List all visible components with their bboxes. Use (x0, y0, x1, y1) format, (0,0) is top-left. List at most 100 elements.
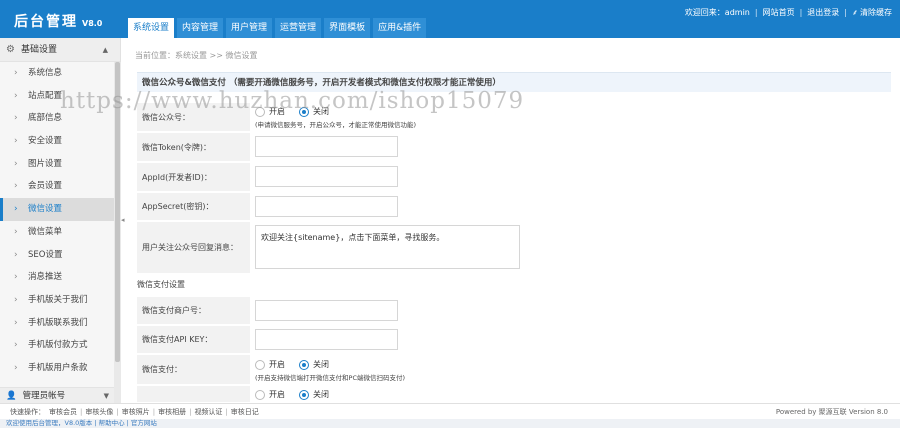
field-hint: (申请微信服务号，开启公众号，才能正常使用微信功能) (255, 121, 417, 129)
breadcrumb: 当前位置：系统设置 >> 微信设置 (135, 51, 258, 60)
chevron-right-icon: › (14, 113, 18, 124)
sidebar-item-label: 安全设置 (28, 136, 63, 147)
api-key-input[interactable] (255, 329, 398, 350)
top-right-links: 欢迎回来：admin | 网站首页 | 退出登录 | ⸙ 清除缓存 (685, 7, 892, 18)
sidebar-item-mobile-contact[interactable]: › 手机版联系我们 (0, 312, 120, 335)
clear-cache-label: 清除缓存 (860, 8, 892, 17)
divider: | (799, 8, 803, 17)
mch-id-input[interactable] (255, 300, 398, 321)
footer-link-review-avatars[interactable]: 审核头像 (85, 407, 113, 417)
radio-label: 开启 (269, 390, 285, 399)
app-logo: 后台管理 V8.0 (14, 11, 102, 31)
chevron-right-icon: › (14, 90, 18, 101)
tab-system-settings[interactable]: 系统设置 (128, 18, 175, 38)
caret-down-icon: ▼ (103, 391, 109, 400)
tab-apps-plugins[interactable]: 应用&插件 (373, 18, 427, 38)
form-row-reply-message: 用户关注公众号回复消息： 欢迎关注{sitename}，点击下面菜单，寻找服务。 (137, 222, 891, 274)
sidebar-item-wechat-menu[interactable]: › 微信菜单 (0, 221, 120, 244)
footer-link-video-verify[interactable]: 视频认证 (194, 407, 222, 417)
tab-content-management[interactable]: 内容管理 (177, 18, 224, 38)
sidebar-group-title: 基础设置 (20, 44, 57, 55)
top-bar: 后台管理 V8.0 系统设置 内容管理 用户管理 运营管理 界面模板 应用&插件 … (0, 0, 900, 38)
sidebar-item-label: 微信设置 (28, 204, 63, 215)
radio-circle-selected (299, 389, 309, 400)
chevron-right-icon: › (14, 362, 18, 373)
welcome-text: 欢迎回来：admin (684, 8, 750, 17)
field-hint: (开启支持微信端打开微信支付和PC端微信扫码支付) (255, 374, 406, 382)
quick-ops-label: 快速操作： (10, 407, 45, 416)
version-label: V8.0 (82, 19, 103, 28)
site-home-link[interactable]: 网站首页 (763, 7, 795, 18)
gear-icon: ⚙ (6, 43, 15, 55)
field-label: 微信支付： (137, 355, 250, 384)
radio-label: 关闭 (313, 390, 329, 399)
sidebar-item-mobile-about[interactable]: › 手机版关于我们 (0, 289, 120, 312)
divider: | (844, 8, 847, 17)
sidebar-item-image-settings[interactable]: › 图片设置 (0, 153, 120, 176)
partial-radios: 开启 关闭 (255, 389, 343, 400)
sidebar-group-basic-settings[interactable]: ⚙ 基础设置 ▲ (0, 38, 120, 62)
tab-user-management[interactable]: 用户管理 (226, 18, 273, 38)
radio-label: 关闭 (313, 360, 329, 369)
divider: | (225, 407, 228, 416)
chevron-right-icon: › (14, 317, 18, 328)
radio-circle (255, 389, 265, 400)
appsecret-input[interactable] (255, 196, 398, 217)
clear-cache-link[interactable]: ⸙ 清除缓存 (852, 7, 892, 18)
partial-radio-field: 开启 关闭 (255, 389, 343, 400)
tab-templates[interactable]: 界面模板 (324, 18, 371, 38)
radio-on[interactable]: 开启 (255, 389, 285, 400)
field-label: 微信支付商户号： (137, 297, 250, 324)
radio-off[interactable]: 关闭 (299, 389, 329, 400)
sidebar-item-label: 手机版关于我们 (28, 294, 88, 305)
sidebar-item-mobile-payment[interactable]: › 手机版付款方式 (0, 334, 120, 357)
sidebar-group-admin-account[interactable]: 👤 管理员帐号 ▼ (0, 387, 120, 403)
sidebar-item-security[interactable]: › 安全设置 (0, 130, 120, 153)
field-label (137, 386, 250, 402)
chevron-right-icon: › (14, 226, 18, 237)
radio-on[interactable]: 开启 (255, 359, 285, 370)
radio-circle-selected (299, 359, 309, 370)
sidebar-item-label: SEO设置 (28, 249, 63, 260)
radio-circle (255, 359, 265, 370)
form-row-partial: 开启 关闭 (137, 386, 891, 403)
footer-link-review-photos[interactable]: 审核照片 (122, 407, 150, 417)
form-row-wechat-pay: 微信支付： 开启 关闭 (开启支持微信端打开微信支付和PC端微信扫码支付) (137, 355, 891, 385)
tab-operations[interactable]: 运营管理 (275, 18, 322, 38)
form-row-appsecret: AppSecret(密钥)： (137, 193, 891, 221)
footer-link-review-members[interactable]: 审核会员 (49, 407, 77, 417)
wechat-pay-field: 开启 关闭 (开启支持微信端打开微信支付和PC端微信扫码支付) (255, 359, 405, 382)
radio-off[interactable]: 关闭 (299, 359, 329, 370)
chevron-right-icon: › (14, 249, 18, 260)
sidebar-item-label: 手机版用户条款 (28, 362, 88, 373)
chevron-right-icon: › (14, 272, 18, 283)
sidebar-item-seo[interactable]: › SEO设置 (0, 244, 120, 267)
form-row-token: 微信Token(令牌)： (137, 133, 891, 162)
sidebar-item-member-settings[interactable]: › 会员设置 (0, 175, 120, 198)
chevron-right-icon: › (14, 204, 18, 215)
sidebar-item-wechat-settings[interactable]: › 微信设置 (0, 198, 120, 221)
chevron-right-icon: › (14, 136, 18, 147)
footer-link-review-diaries[interactable]: 审核日记 (231, 407, 259, 417)
sidebar-group-title: 管理员帐号 (22, 390, 66, 401)
chevron-right-icon: › (14, 181, 18, 192)
sidebar-item-label: 系统信息 (28, 68, 63, 78)
logo-text: 后台管理 (14, 14, 78, 30)
sidebar-item-mobile-terms[interactable]: › 手机版用户条款 (0, 357, 120, 380)
divider: | (754, 8, 758, 17)
footer-link-review-albums[interactable]: 审核相册 (158, 407, 186, 417)
sidebar-item-label: 图片设置 (28, 158, 63, 169)
sidebar-item-label: 微信菜单 (28, 226, 63, 237)
field-label: 微信支付API KEY： (137, 326, 250, 353)
appid-input[interactable] (255, 166, 398, 187)
footer-bar: 快速操作： 审核会员 | 审核头像 | 审核照片 | 审核相册 | 视频认证 | 审核日记… (0, 403, 900, 419)
divider: | (116, 407, 119, 416)
sidebar-item-push[interactable]: › 消息推送 (0, 266, 120, 289)
token-input[interactable] (255, 136, 398, 157)
sidebar-item-label: 消息推送 (28, 272, 63, 283)
logout-link[interactable]: 退出登录 (807, 7, 839, 18)
field-label: 用户关注公众号回复消息： (137, 222, 250, 273)
collapse-sidebar-icon[interactable]: ◂ (121, 212, 127, 228)
sidebar-item-system-info[interactable]: › 系统信息 (0, 62, 120, 85)
reply-message-textarea[interactable]: 欢迎关注{sitename}，点击下面菜单，寻找服务。 (255, 225, 520, 269)
